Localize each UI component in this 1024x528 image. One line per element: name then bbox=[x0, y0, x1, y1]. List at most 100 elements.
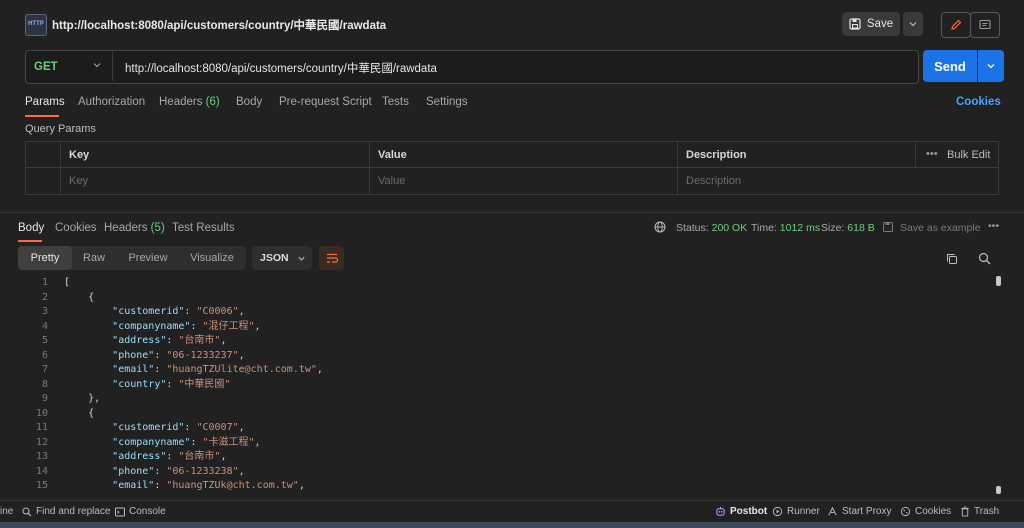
json-punctuation: , bbox=[254, 320, 261, 332]
query-params-title: Query Params bbox=[25, 123, 96, 135]
status-value: 200 OK bbox=[711, 222, 748, 234]
line-number: 11 bbox=[35, 422, 48, 433]
json-key: "country" bbox=[112, 378, 167, 390]
console-button[interactable]: Console bbox=[115, 506, 166, 517]
pane-divider[interactable] bbox=[0, 212, 1024, 213]
description-input[interactable]: Description bbox=[686, 175, 741, 187]
runner-button[interactable]: Runner bbox=[772, 506, 820, 517]
console-icon bbox=[115, 507, 125, 516]
chevron-down-icon bbox=[909, 22, 917, 27]
tab-prerequest-script[interactable]: Pre-request Script bbox=[279, 96, 372, 108]
line-number: 6 bbox=[41, 349, 48, 361]
response-tab-body[interactable]: Body bbox=[18, 222, 44, 234]
line-number: 12 bbox=[35, 436, 48, 448]
json-key: "customerid" bbox=[112, 306, 185, 317]
more-options-icon[interactable]: ••• bbox=[988, 220, 999, 232]
json-string: "中華民國" bbox=[178, 378, 231, 390]
trash-label: Trash bbox=[974, 506, 1000, 517]
json-punctuation: : bbox=[166, 378, 179, 390]
save-example-icon bbox=[882, 221, 894, 233]
tab-authorization[interactable]: Authorization bbox=[78, 96, 145, 108]
tab-params[interactable]: Params bbox=[25, 96, 65, 108]
code-text: "customerid": "C0006", bbox=[64, 305, 245, 320]
method-chevron-icon[interactable] bbox=[92, 60, 102, 70]
url-input[interactable]: http://localhost:8080/api/customers/coun… bbox=[125, 60, 437, 76]
column-header-value: Value bbox=[378, 149, 407, 161]
json-punctuation: , bbox=[238, 349, 245, 361]
table-row-divider bbox=[26, 167, 998, 168]
time-value: 1012 ms bbox=[779, 222, 821, 234]
postbot-button[interactable]: Postbot bbox=[715, 506, 767, 517]
edit-button[interactable] bbox=[941, 12, 971, 38]
response-tab-headers[interactable]: Headers (5) bbox=[104, 222, 165, 234]
tab-headers[interactable]: Headers (6) bbox=[159, 96, 220, 108]
line-number: 3 bbox=[41, 306, 48, 317]
response-body-code[interactable]: 1 [2 {3 "customerid": "C0006", 4 "companyn… bbox=[0, 276, 1000, 496]
online-label: ine bbox=[0, 506, 14, 517]
tab-tests[interactable]: Tests bbox=[382, 96, 409, 108]
view-raw-button[interactable]: Raw bbox=[72, 246, 116, 270]
copy-icon[interactable] bbox=[946, 253, 958, 265]
footer-cookies-button[interactable]: Cookies bbox=[900, 506, 951, 517]
comments-button[interactable] bbox=[970, 12, 1000, 38]
bulk-edit-button[interactable]: Bulk Edit bbox=[947, 149, 990, 161]
value-input[interactable]: Value bbox=[378, 175, 405, 187]
globe-icon[interactable] bbox=[654, 221, 666, 233]
code-text: "country": "中華民國" bbox=[64, 378, 230, 393]
request-title[interactable]: http://localhost:8080/api/customers/coun… bbox=[52, 17, 386, 33]
more-options-icon[interactable]: ••• bbox=[926, 148, 938, 160]
response-tab-cookies[interactable]: Cookies bbox=[55, 222, 97, 234]
line-number: 5 bbox=[41, 335, 48, 346]
json-punctuation: , bbox=[316, 364, 323, 375]
line-number: 9 bbox=[41, 393, 48, 404]
tab-settings[interactable]: Settings bbox=[426, 96, 468, 108]
online-status[interactable]: ine bbox=[0, 506, 13, 517]
json-punctuation: , bbox=[238, 306, 245, 317]
query-params-table: Key Value Description ••• Bulk Edit Key … bbox=[25, 141, 999, 195]
json-string: "06-1233237" bbox=[166, 349, 239, 361]
send-button[interactable]: Send bbox=[923, 50, 977, 82]
code-text: { bbox=[64, 291, 94, 306]
key-input[interactable]: Key bbox=[69, 175, 88, 187]
tab-body[interactable]: Body bbox=[236, 96, 262, 108]
response-tab-test-results[interactable]: Test Results bbox=[172, 222, 235, 234]
size-label: Size: bbox=[821, 222, 845, 234]
save-as-example-button[interactable]: Save as example bbox=[900, 222, 981, 234]
column-header-key: Key bbox=[69, 149, 90, 161]
scrollbar-up[interactable] bbox=[996, 276, 1001, 286]
os-taskbar bbox=[0, 522, 1024, 528]
json-punctuation: [ bbox=[64, 277, 71, 288]
trash-icon bbox=[961, 506, 969, 517]
json-key: "customerid" bbox=[112, 422, 185, 433]
code-text: "email": "huangTZUk@cht.com.tw", bbox=[64, 479, 305, 494]
http-request-icon: HTTP bbox=[25, 14, 47, 36]
method-divider bbox=[112, 51, 113, 81]
cookies-link[interactable]: Cookies bbox=[956, 96, 1001, 108]
chevron-down-icon bbox=[987, 64, 995, 69]
view-preview-button[interactable]: Preview bbox=[118, 246, 178, 270]
save-dropdown-button[interactable] bbox=[903, 12, 923, 36]
json-string: "卡滋工程" bbox=[202, 436, 255, 448]
method-selector[interactable]: GET bbox=[34, 61, 58, 73]
find-replace-button[interactable]: Find and replace bbox=[22, 506, 111, 517]
json-punctuation: , bbox=[238, 422, 245, 433]
send-dropdown-button[interactable] bbox=[978, 50, 1004, 82]
start-proxy-label: Start Proxy bbox=[842, 506, 892, 517]
format-selector[interactable]: JSON bbox=[252, 246, 312, 270]
size-indicator[interactable]: Size: 618 B bbox=[821, 222, 875, 234]
view-visualize-button[interactable]: Visualize bbox=[180, 246, 244, 270]
json-punctuation: : bbox=[166, 451, 179, 462]
view-pretty-button[interactable]: Pretty bbox=[18, 246, 72, 270]
save-button[interactable]: Save bbox=[842, 12, 900, 36]
json-string: "混仔工程" bbox=[202, 320, 255, 332]
runner-label: Runner bbox=[787, 506, 820, 517]
status-indicator[interactable]: Status: 200 OK bbox=[676, 222, 747, 234]
search-icon[interactable] bbox=[978, 252, 991, 265]
line-number: 13 bbox=[35, 451, 48, 462]
start-proxy-button[interactable]: Start Proxy bbox=[827, 506, 891, 517]
time-indicator[interactable]: Time: 1012 ms bbox=[751, 222, 820, 234]
scrollbar-down[interactable] bbox=[996, 486, 1001, 494]
wrap-lines-button[interactable] bbox=[319, 246, 344, 270]
json-punctuation: : bbox=[154, 480, 167, 491]
trash-button[interactable]: Trash bbox=[960, 506, 999, 517]
